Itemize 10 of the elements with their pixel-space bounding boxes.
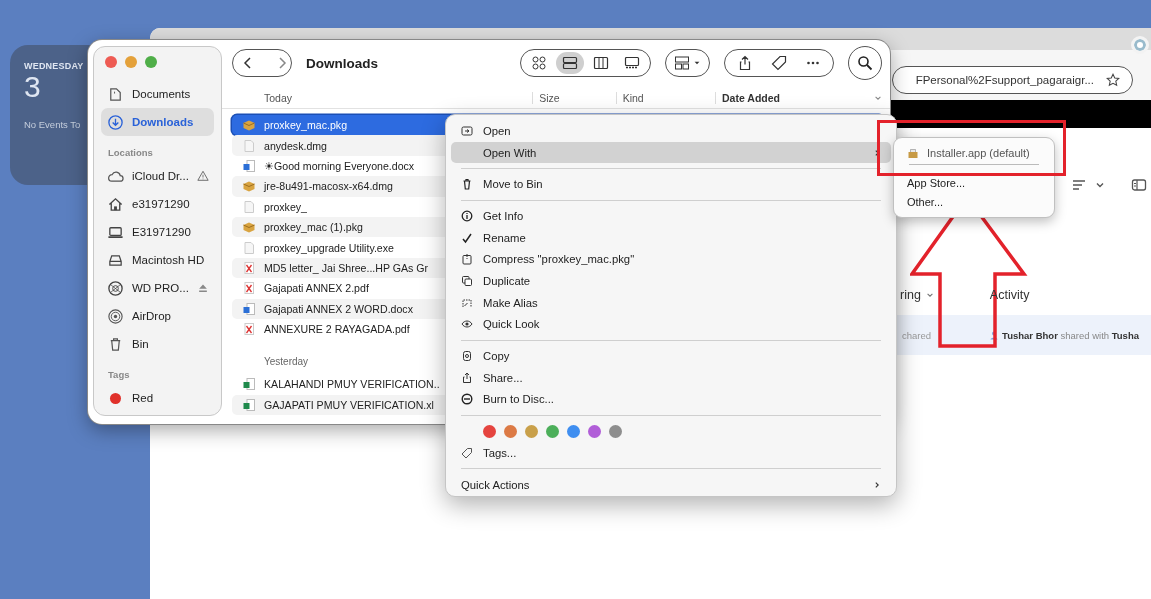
events-text: No Events To — [24, 119, 81, 130]
sidebar-section-header: Locations — [107, 146, 154, 160]
sidebar-section-header: Tags — [107, 368, 131, 382]
group-header: Today — [264, 92, 294, 104]
day-number: 3 — [24, 71, 41, 103]
activity-status: chared — [902, 329, 932, 341]
activity-text: Tushar Bhor shared with Tusha — [1002, 329, 1139, 341]
window-title: Downloads — [306, 55, 378, 71]
weekday-label: WEDNESDAY — [24, 61, 84, 71]
group-header: Yesterday — [264, 356, 309, 368]
